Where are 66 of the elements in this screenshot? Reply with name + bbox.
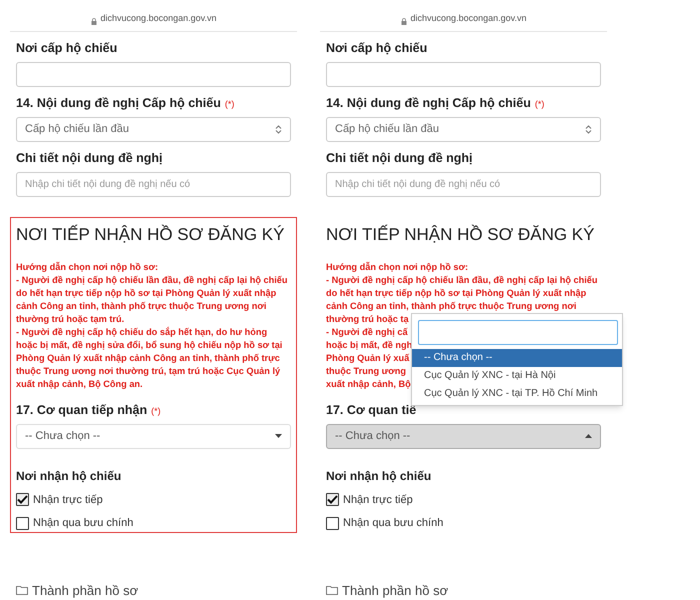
guide-text-line: Phòng Quản lý xuất nhập cảnh Công an tỉnh, thành phố trực bbox=[16, 352, 280, 365]
required-mark: (*) bbox=[534, 98, 544, 111]
field-label: Chi tiết nội dung đề nghị bbox=[16, 150, 163, 167]
select-field[interactable]: Cấp hộ chiếu lần đầu bbox=[16, 116, 291, 142]
url-text: dichvucong.bocongan.gov.vn bbox=[410, 12, 526, 25]
field-label: Nơi cấp hộ chiếu bbox=[16, 40, 118, 58]
guide-text-line: - Người đề nghị cấp hộ chiếu lần đầu, đề nghị cấp lại hộ chiếu bbox=[326, 274, 598, 287]
guide-text-line: xuất nhập cảnh, Bộ bbox=[326, 378, 411, 391]
section-title: NƠI TIẾP NHẬN HỒ SƠ ĐĂNG KÝ bbox=[326, 224, 596, 245]
field-label: Nơi nhận hộ chiếu bbox=[326, 468, 432, 484]
dropdown-option[interactable]: -- Chưa chọn -- bbox=[412, 348, 622, 366]
sort-icon bbox=[585, 124, 592, 134]
guide-text-line: - Người đề nghị cấp hộ chiếu do sắp hết hạn, do hư hỏng bbox=[16, 326, 268, 339]
guide-text-line: do hết hạn trực tiếp nộp hồ sơ tại Phòng Quản lý xuất nhập bbox=[326, 286, 586, 300]
guide-text-line: thường trú hoặc tạm trú. bbox=[16, 312, 124, 326]
checkbox-label: Nhận qua bưu chính bbox=[343, 516, 444, 531]
guide-text-line: hoặc bị mất, đề ngh bbox=[326, 338, 412, 352]
guide-text-line: - Người đề nghị cấp hộ chiếu lần đầu, đề nghị cấp lại hộ chiếu bbox=[16, 274, 288, 287]
guide-text-line: thuộc Trung ương nơi thường trú, tạm trú hoặc Cục Quản lý bbox=[16, 364, 280, 378]
lock-icon bbox=[90, 18, 97, 26]
input-field[interactable]: Nhập chi tiết nội dung đề nghị nếu có bbox=[326, 172, 601, 196]
guide-text-line: hoặc bị mất, đề nghị sửa đổi, bổ sung hộ chiếu nộp hồ sơ tại bbox=[16, 338, 282, 352]
caret-down-icon bbox=[275, 434, 282, 438]
guide-text-line: do hết hạn trực tiếp nộp hồ sơ tại Phòng Quản lý xuất nhập bbox=[16, 286, 276, 300]
checkbox[interactable] bbox=[16, 493, 29, 506]
caret-up-icon bbox=[585, 434, 592, 438]
guide-text-line: cảnh Công an tỉnh, thành phố trực thuộc Trung ương nơi bbox=[326, 300, 576, 313]
dropdown-option[interactable]: Cục Quản lý XNC - tại Hà Nội bbox=[412, 366, 622, 384]
field-label: 17. Cơ quan tiếp nhận bbox=[16, 402, 148, 419]
url-text: dichvucong.bocongan.gov.vn bbox=[100, 12, 216, 25]
guide-text-line: Hướng dẫn chọn nơi nộp hồ sơ: bbox=[326, 260, 468, 274]
guide-text-line: xuất nhập cảnh, Bộ Công an. bbox=[16, 378, 143, 391]
section-heading: Thành phần hồ sơ bbox=[342, 582, 448, 600]
input-field[interactable] bbox=[16, 62, 291, 87]
guide-text-line: thường trú hoặc tạ bbox=[326, 312, 409, 326]
guide-text-line: thuộc Trung ương bbox=[326, 364, 406, 378]
field-label: Nơi nhận hộ chiếu bbox=[16, 468, 122, 484]
required-mark: (*) bbox=[151, 404, 161, 418]
guide-text-line: - Người đề nghị cấ bbox=[326, 326, 408, 339]
field-label: 14. Nội dung đề nghị Cấp hộ chiếu bbox=[16, 95, 221, 112]
section-title: NƠI TIẾP NHẬN HỒ SƠ ĐĂNG KÝ bbox=[16, 224, 286, 245]
checkbox[interactable] bbox=[326, 516, 339, 530]
guide-text-line: cảnh Công an tỉnh, thành phố trực thuộc Trung ương nơi bbox=[16, 300, 266, 313]
field-label: Chi tiết nội dung đề nghị bbox=[326, 150, 473, 167]
search-field[interactable] bbox=[418, 320, 618, 344]
dropdown-option[interactable]: Cục Quản lý XNC - tại TP. Hồ Chí Minh bbox=[412, 384, 622, 402]
select-field[interactable]: -- Chưa chọn -- bbox=[326, 424, 601, 448]
select-field[interactable]: -- Chưa chọn -- bbox=[16, 424, 291, 448]
checkbox-label: Nhận qua bưu chính bbox=[33, 516, 134, 531]
guide-text-line: Phòng Quản lý xuấ bbox=[326, 352, 410, 365]
section-heading: Thành phần hồ sơ bbox=[32, 582, 138, 600]
checkbox[interactable] bbox=[16, 516, 29, 530]
folder-icon bbox=[16, 585, 28, 596]
input-field[interactable]: Nhập chi tiết nội dung đề nghị nếu có bbox=[16, 172, 291, 196]
checkbox-label: Nhận trực tiếp bbox=[343, 492, 413, 508]
checkbox[interactable] bbox=[326, 493, 339, 506]
sort-icon bbox=[275, 124, 282, 134]
required-mark: (*) bbox=[224, 98, 234, 111]
checkbox-label: Nhận trực tiếp bbox=[33, 492, 103, 508]
field-label: 14. Nội dung đề nghị Cấp hộ chiếu bbox=[326, 95, 531, 112]
lock-icon bbox=[400, 18, 407, 26]
field-label: Nơi cấp hộ chiếu bbox=[326, 40, 428, 58]
guide-text-line: Hướng dẫn chọn nơi nộp hồ sơ: bbox=[16, 260, 158, 274]
input-field[interactable] bbox=[326, 62, 601, 87]
folder-icon bbox=[326, 585, 338, 596]
select-field[interactable]: Cấp hộ chiếu lần đầu bbox=[326, 116, 601, 142]
